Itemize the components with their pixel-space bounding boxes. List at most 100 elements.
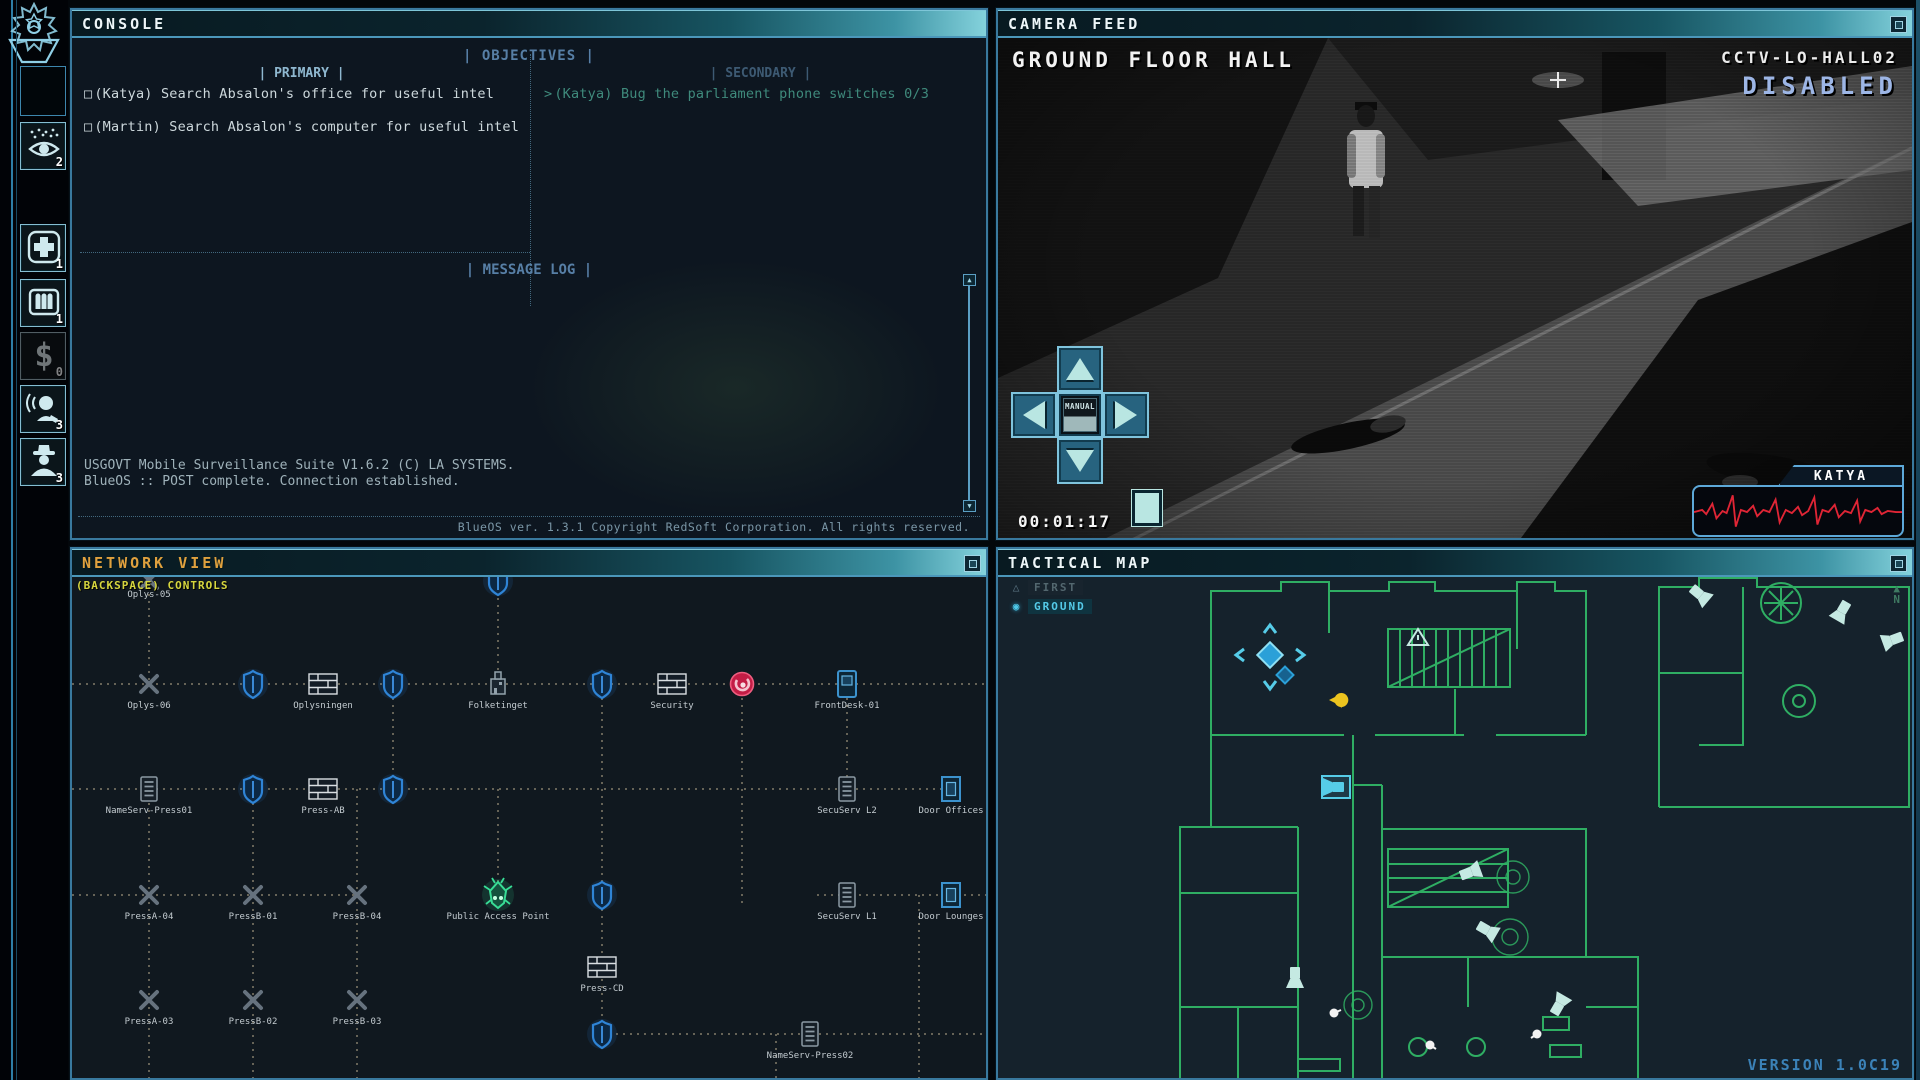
civilian-markers[interactable] [1330,1009,1542,1050]
svg-text:Door Offices: Door Offices [918,806,983,816]
camera-id-label: CCTV-LO-HALL02 [1721,48,1898,67]
camera-location-label: GROUND FLOOR HALL [1012,48,1295,72]
sidebar-item-agent[interactable]: 3 [20,438,66,486]
pan-left-button[interactable] [1011,392,1057,438]
network-node-shield[interactable] [483,577,513,596]
network-node-secuserv-l1[interactable]: SecuServ L1 [817,883,877,922]
item-count: 1 [56,257,63,271]
network-node-press-cd[interactable]: Press-CD [580,957,623,994]
network-node-shield[interactable] [587,669,617,699]
floor-button-first[interactable]: FIRST [1008,579,1092,596]
network-node-public-access-point[interactable]: Public Access Point [447,878,550,922]
item-count: 3 [56,418,63,432]
network-view-panel: NETWORK VIEW (BACKSPACE) CONTROLS Oplys-… [70,547,988,1080]
floor-button-ground[interactable]: GROUND [1008,598,1092,615]
circle-icon [1008,600,1024,613]
console-footer: BlueOS ver. 1.3.1 Copyright RedSoft Corp… [458,520,970,534]
version-label: VERSION 1.0C19 [1748,1056,1902,1074]
svg-text:FrontDesk-01: FrontDesk-01 [814,701,879,711]
network-node-oplys-06[interactable]: Oplys-06 [127,676,170,711]
network-node-frontdesk-01[interactable]: FrontDesk-01 [814,671,879,711]
network-node-camera-red[interactable] [730,672,754,696]
network-node-shield[interactable] [378,774,408,804]
pan-mode-label: MANUAL [1063,398,1097,432]
pan-mode-button[interactable]: MANUAL [1057,392,1103,438]
network-node-door-offices[interactable]: Door Offices [918,777,983,816]
network-node-pressa-03[interactable]: PressA-03 [125,992,174,1027]
network-node-press-ab[interactable]: Press-AB [301,779,344,816]
security-camera-icons[interactable] [1286,581,1906,1018]
network-node-pressb-01[interactable]: PressB-01 [229,887,278,922]
svg-text:Folketinget: Folketinget [468,701,528,711]
pan-down-button[interactable] [1057,438,1103,484]
ecg-waveform [1694,495,1902,526]
agent-name-tab: KATYA [1778,465,1904,486]
svg-text:PressB-03: PressB-03 [333,1017,382,1027]
network-node-folketinget[interactable]: Folketinget [468,672,528,711]
agent-marker-katya[interactable] [1236,625,1304,689]
screen-edge-strip [1916,0,1920,1080]
floor-label: FIRST [1028,580,1083,595]
guard-marker[interactable] [1329,693,1348,708]
sidebar-item-surveillance-eye[interactable]: 2 [20,122,66,170]
network-node-shield[interactable] [238,669,268,699]
camera-pan-dpad: MANUAL [1010,346,1150,490]
objective-marker: □ [84,119,92,135]
tactical-map-header: TACTICAL MAP [998,549,1912,577]
network-node-nameserv-press02[interactable]: NameServ-Press02 [767,1022,854,1061]
objective-item: □(Katya) Search Absalon's office for use… [84,86,524,102]
svg-text:PressA-04: PressA-04 [125,912,174,922]
network-graph[interactable]: Oplys-05Oplys-06OplysningenFolketingetSe… [72,577,986,1078]
svg-text:NameServ-Press01: NameServ-Press01 [106,806,193,816]
network-node-shield[interactable] [378,669,408,699]
maximize-icon[interactable] [1890,555,1907,572]
sidebar-item-informant[interactable]: 3 [20,385,66,433]
network-node-pressa-04[interactable]: PressA-04 [125,887,174,922]
floorplan-map[interactable] [998,577,1912,1078]
hacked-camera-icon[interactable] [1322,776,1350,798]
network-node-shield[interactable] [587,1019,617,1049]
svg-text:PressB-01: PressB-01 [229,912,278,922]
sidebar-item-medical-cross[interactable]: 1 [20,224,66,272]
svg-text:Press-CD: Press-CD [580,984,623,994]
floor-selector: FIRST GROUND [1008,579,1092,617]
floorplan-walls [1180,578,1909,1078]
camera-vision-rings [1344,861,1529,1019]
network-node-nameserv-press01[interactable]: NameServ-Press01 [106,777,193,816]
network-node-shield[interactable] [238,774,268,804]
camera-stop-button[interactable] [1132,490,1162,526]
compass-north-icon: ▲N [1893,583,1900,605]
network-node-security[interactable]: Security [650,674,694,711]
pan-right-button[interactable] [1103,392,1149,438]
maximize-icon[interactable] [964,555,981,572]
log-line: BlueOS :: POST complete. Connection esta… [84,474,514,490]
svg-text:$: $ [34,337,53,373]
pan-up-button[interactable] [1057,346,1103,392]
maximize-icon[interactable] [1890,16,1907,33]
controls-hint: (BACKSPACE) CONTROLS [76,579,228,592]
network-node-door-lounges[interactable]: Door Lounges [918,883,983,922]
scroll-up-icon[interactable]: ▲ [963,274,976,286]
sidebar-item-money[interactable]: $0 [20,332,66,380]
up-arrow-icon [1066,358,1094,380]
message-log-scrollbar[interactable]: ▲ ▼ [963,274,976,512]
network-node-pressb-03[interactable]: PressB-03 [333,992,382,1027]
message-log: USGOVT Mobile Surveillance Suite V1.6.2 … [84,458,514,490]
tactical-map-title: TACTICAL MAP [1008,554,1152,572]
svg-text:Press-AB: Press-AB [301,806,344,816]
network-node-secuserv-l2[interactable]: SecuServ L2 [817,777,877,816]
scrollbar-track[interactable] [968,286,970,500]
scroll-down-icon[interactable]: ▼ [963,500,976,512]
console-header: CONSOLE [72,10,986,38]
network-node-pressb-04[interactable]: PressB-04 [333,887,382,922]
sidebar-item-ammo-clip[interactable]: 1 [20,279,66,327]
network-node-shield[interactable] [587,880,617,910]
network-view-title: NETWORK VIEW [82,554,226,572]
network-view-body: (BACKSPACE) CONTROLS Oplys-05Oplys-06Opl… [72,577,986,1078]
camera-status-label: DISABLED [1742,72,1898,100]
network-node-oplysningen[interactable]: Oplysningen [293,674,353,711]
tactical-map-panel: TACTICAL MAP FIRST GROUND ▲N [996,547,1914,1080]
log-line: USGOVT Mobile Surveillance Suite V1.6.2 … [84,458,514,474]
network-node-pressb-02[interactable]: PressB-02 [229,992,278,1027]
objective-item: □(Martin) Search Absalon's computer for … [84,119,524,135]
